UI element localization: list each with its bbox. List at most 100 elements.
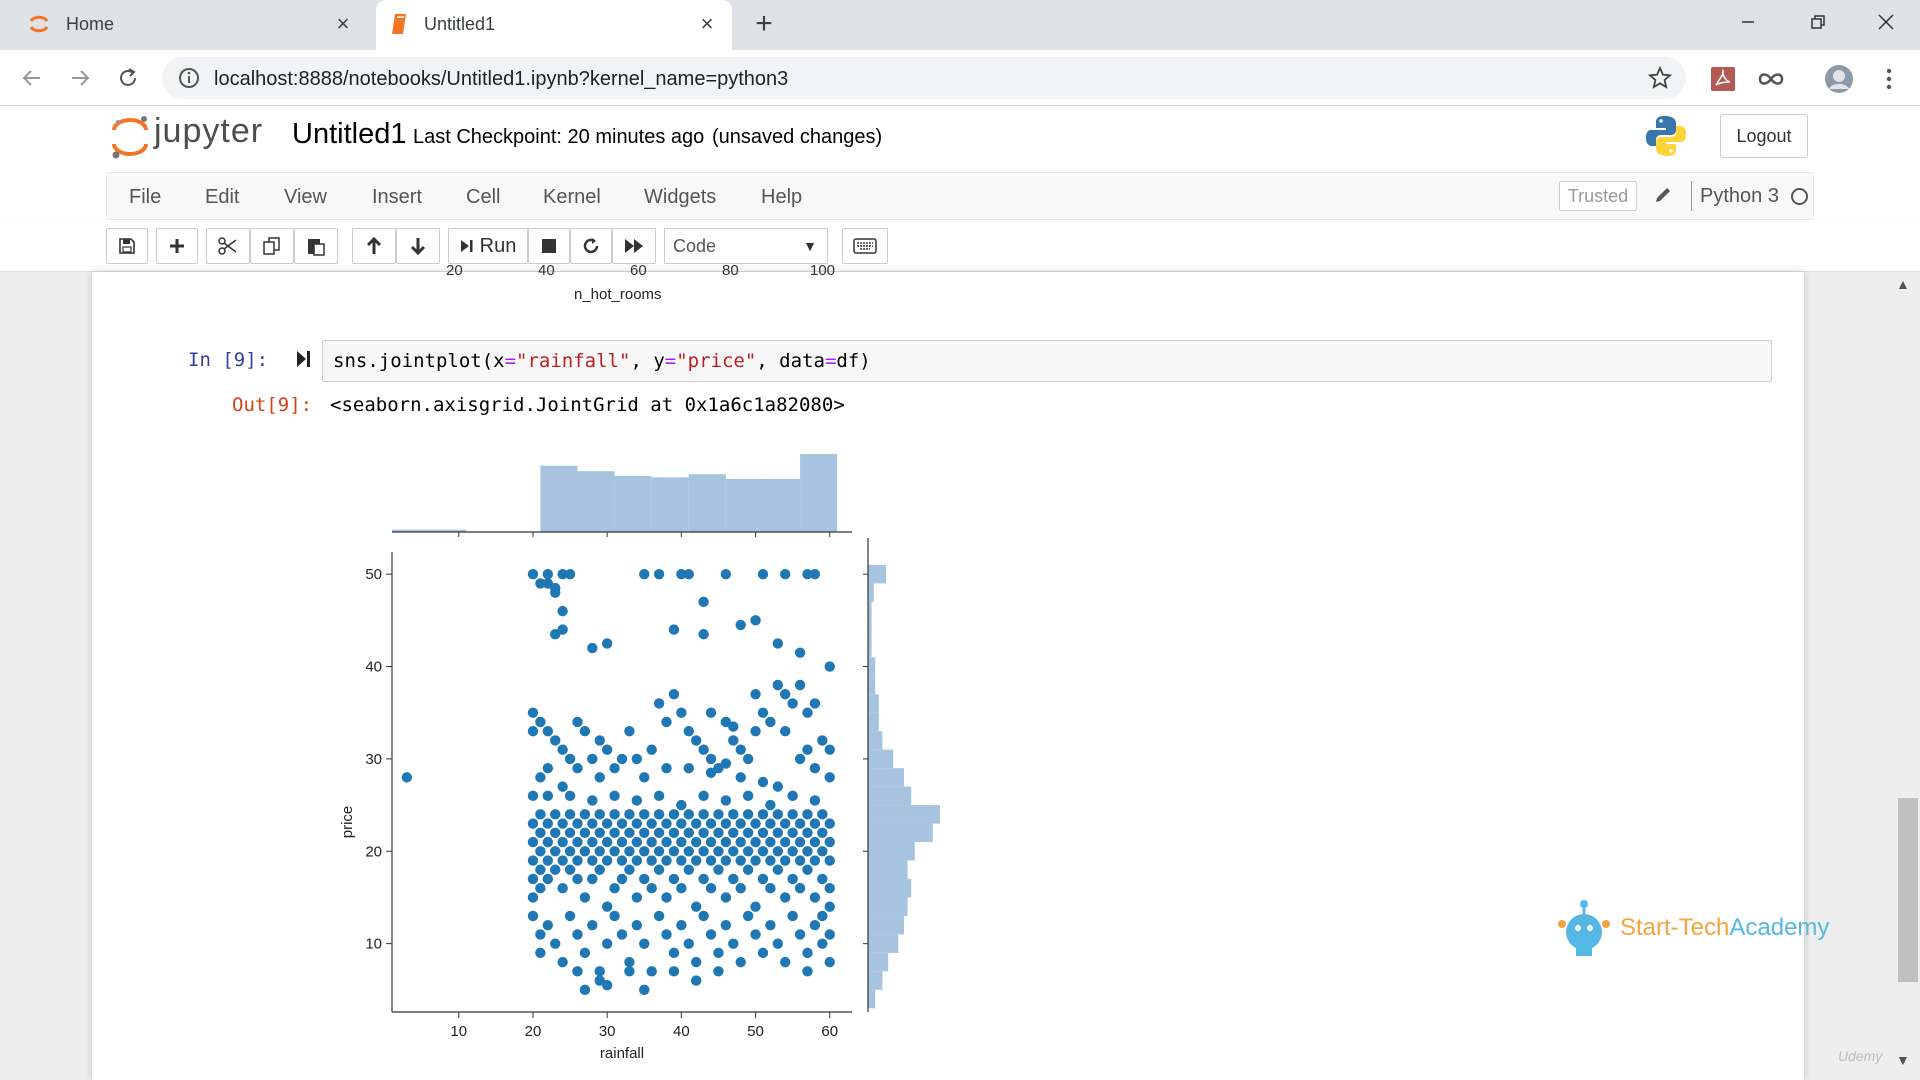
scatter-point bbox=[527, 790, 539, 802]
x-hist-bar bbox=[540, 465, 578, 532]
command-palette-button[interactable] bbox=[842, 228, 888, 264]
close-icon[interactable]: × bbox=[696, 13, 718, 35]
insert-cell-button[interactable] bbox=[156, 228, 198, 264]
forward-button[interactable] bbox=[64, 62, 96, 94]
scatter-point bbox=[579, 827, 591, 839]
scatter-point bbox=[639, 846, 650, 857]
scatter-point bbox=[587, 753, 598, 765]
restart-kernel-button[interactable] bbox=[570, 228, 612, 264]
cell-type-select[interactable]: Code ▼ bbox=[664, 228, 828, 264]
cut-button[interactable] bbox=[206, 228, 250, 264]
scatter-point bbox=[765, 836, 776, 848]
logout-button[interactable]: Logout bbox=[1720, 114, 1808, 158]
code-cell-editor[interactable]: sns.jointplot(x="rainfall", y="price", d… bbox=[322, 340, 1772, 382]
menu-edit[interactable]: Edit bbox=[205, 186, 239, 209]
scatter-point bbox=[765, 818, 776, 829]
scatter-point bbox=[705, 855, 717, 866]
scatter-point bbox=[809, 892, 821, 903]
scatter-point bbox=[683, 827, 694, 839]
trusted-badge[interactable]: Trusted bbox=[1559, 181, 1637, 211]
menu-file[interactable]: File bbox=[129, 186, 161, 209]
scatter-point bbox=[587, 642, 598, 654]
scatter-point bbox=[646, 818, 657, 829]
pdf-extension-icon[interactable] bbox=[1708, 64, 1738, 94]
scroll-up-icon[interactable]: ▲ bbox=[1896, 276, 1910, 292]
scatter-point bbox=[572, 818, 583, 829]
scatter-point bbox=[809, 568, 821, 580]
reload-button[interactable] bbox=[112, 62, 144, 94]
scatter-point bbox=[609, 846, 620, 857]
menu-widgets[interactable]: Widgets bbox=[644, 186, 716, 209]
tab-untitled1[interactable]: Untitled1 × bbox=[376, 0, 732, 50]
scatter-point bbox=[690, 975, 702, 986]
y-hist-bar bbox=[868, 842, 915, 861]
jointplot-chart: 10 20 30 40 50 60 10 20 30 40 50 rainfall price bbox=[339, 454, 940, 1062]
scrollbar-thumb[interactable] bbox=[1898, 798, 1918, 982]
y-hist-bar bbox=[868, 878, 912, 898]
menu-insert[interactable]: Insert bbox=[372, 186, 422, 209]
minimize-button[interactable] bbox=[1728, 6, 1768, 38]
scatter-point bbox=[653, 827, 665, 839]
new-tab-button[interactable]: + bbox=[748, 8, 780, 40]
y-hist-bar bbox=[868, 805, 940, 824]
menu-view[interactable]: View bbox=[284, 186, 327, 209]
bookmark-star-icon[interactable] bbox=[1647, 65, 1673, 95]
url-input[interactable]: localhost:8888/notebooks/Untitled1.ipynb… bbox=[162, 57, 1686, 99]
move-down-button[interactable] bbox=[396, 228, 440, 264]
restore-button[interactable] bbox=[1798, 6, 1838, 38]
scatter-point bbox=[757, 568, 769, 580]
x-hist-bar bbox=[688, 474, 726, 532]
menu-cell[interactable]: Cell bbox=[466, 186, 500, 209]
x-tick-label: 50 bbox=[747, 1023, 764, 1040]
move-up-button[interactable] bbox=[352, 228, 396, 264]
close-icon[interactable]: × bbox=[332, 13, 354, 35]
scatter-point bbox=[705, 753, 717, 765]
scatter-point bbox=[579, 892, 591, 903]
scatter-point bbox=[750, 901, 761, 912]
y-hist-bar bbox=[868, 897, 908, 916]
scatter-point bbox=[564, 864, 576, 875]
menu-kernel[interactable]: Kernel bbox=[543, 186, 601, 209]
more-menu-icon[interactable] bbox=[1874, 64, 1904, 94]
scatter-point bbox=[668, 689, 680, 700]
scatter-point bbox=[609, 809, 620, 820]
scatter-point bbox=[401, 772, 413, 783]
back-button[interactable] bbox=[16, 62, 48, 94]
pencil-icon[interactable] bbox=[1653, 185, 1673, 210]
close-window-button[interactable] bbox=[1866, 6, 1906, 38]
paste-button[interactable] bbox=[294, 228, 338, 264]
menu-help[interactable]: Help bbox=[761, 186, 802, 209]
infinity-extension-icon[interactable] bbox=[1756, 64, 1786, 94]
scatter-point bbox=[564, 910, 576, 922]
copy-button[interactable] bbox=[250, 228, 294, 264]
scatter-point bbox=[535, 809, 546, 820]
scatter-point bbox=[676, 818, 687, 829]
avatar[interactable] bbox=[1824, 64, 1854, 94]
scatter-point bbox=[564, 568, 576, 580]
scatter-point bbox=[542, 855, 554, 866]
run-button[interactable]: Run bbox=[448, 228, 528, 264]
interrupt-kernel-button[interactable] bbox=[528, 228, 570, 264]
restart-run-all-button[interactable] bbox=[612, 228, 656, 264]
scatter-point bbox=[646, 836, 657, 848]
url-text: localhost:8888/notebooks/Untitled1.ipynb… bbox=[214, 68, 789, 90]
scatter-point bbox=[787, 873, 798, 885]
scatter-point bbox=[676, 799, 687, 811]
scatter-point bbox=[750, 689, 761, 700]
y-tick-label: 20 bbox=[365, 843, 382, 860]
scatter-point bbox=[772, 781, 784, 792]
scroll-down-icon[interactable]: ▼ bbox=[1896, 1052, 1910, 1068]
notebook-name[interactable]: Untitled1 bbox=[292, 118, 406, 151]
jupyter-logo-icon[interactable] bbox=[110, 114, 150, 165]
notebook-icon bbox=[390, 12, 410, 41]
scatter-point bbox=[661, 818, 672, 829]
save-button[interactable] bbox=[106, 228, 148, 264]
run-cell-icon[interactable] bbox=[296, 350, 312, 373]
scatter-point bbox=[668, 827, 680, 839]
tab-home[interactable]: Home × bbox=[0, 0, 368, 50]
info-icon[interactable] bbox=[178, 67, 200, 94]
scatter-point bbox=[757, 846, 769, 857]
scatter-point bbox=[609, 827, 620, 839]
scatter-point bbox=[794, 855, 806, 866]
scatter-point bbox=[616, 855, 628, 866]
